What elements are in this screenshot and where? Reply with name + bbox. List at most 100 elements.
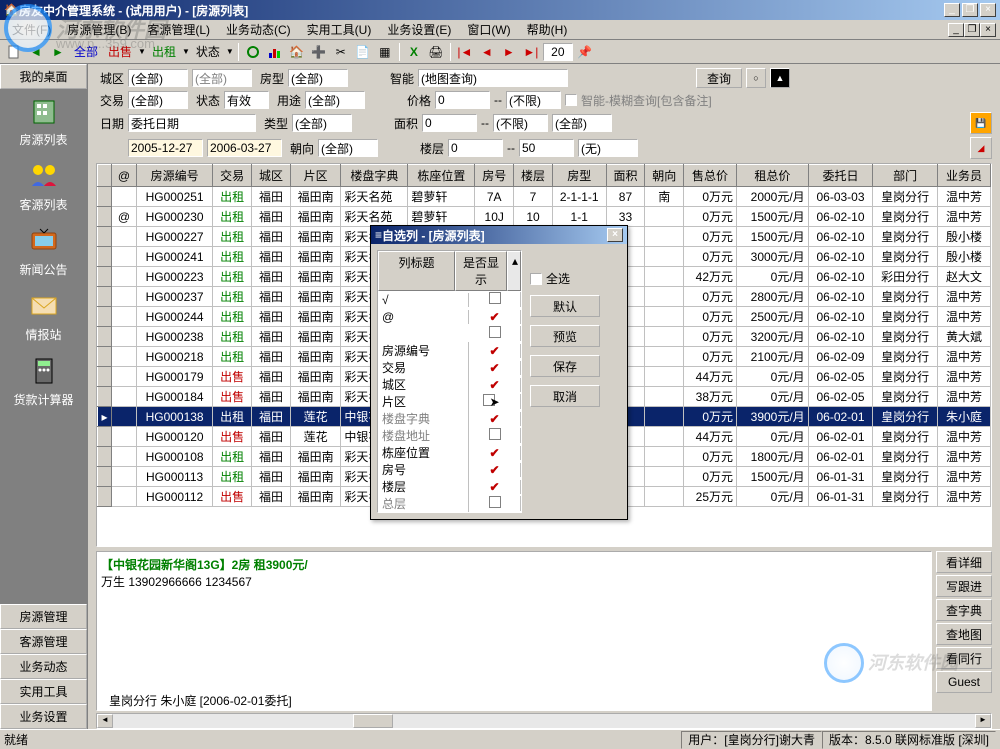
filter-face[interactable] [318,139,378,157]
menu-window[interactable]: 窗口(W) [459,21,518,38]
dialog-item-check[interactable]: ✔ [469,378,521,392]
menu-client[interactable]: 客源管理(L) [139,21,218,38]
sidebar-item-calc[interactable]: 货款计算器 [0,349,87,414]
col-header[interactable]: 交易 [213,165,252,187]
dialog-item-check[interactable]: ➤ [469,394,521,409]
menu-tools[interactable]: 实用工具(U) [299,21,380,38]
dialog-selectall-checkbox[interactable] [530,273,542,285]
dialog-item-check[interactable] [469,292,521,307]
dialog-list-item[interactable]: √ [378,291,521,308]
filter-date-type[interactable] [128,114,256,132]
btn-guest[interactable]: Guest [936,671,992,693]
dialog-item-check[interactable]: ✔ [469,446,521,460]
scroll-right-icon[interactable]: ► [975,714,991,728]
filter-price-to[interactable] [506,91,561,109]
scroll-left-icon[interactable]: ◄ [97,714,113,728]
tool-chart-icon[interactable] [265,42,285,62]
dialog-list-item[interactable]: 总层 [378,495,521,512]
dialog-list-item[interactable]: 楼盘地址 [378,427,521,444]
dialog-list-item[interactable]: 片区➤ [378,393,521,410]
dialog-item-check[interactable]: ✔ [469,344,521,358]
filter-area-extra[interactable] [552,114,612,132]
filter-up-button[interactable]: ▲ [770,68,790,88]
sidebar-item-news[interactable]: 新闻公告 [0,219,87,284]
filter-smart[interactable] [418,69,568,87]
menu-settings[interactable]: 业务设置(E) [379,21,459,38]
minimize-button[interactable]: _ [944,3,960,17]
btn-write-followup[interactable]: 写跟进 [936,575,992,597]
tool-prev-icon[interactable]: ◄ [26,42,46,62]
btn-view-detail[interactable]: 看详细 [936,551,992,573]
filter-fuzzy-checkbox[interactable] [565,94,577,106]
filter-circle-button[interactable]: ○ [746,68,766,88]
col-header[interactable]: @ [112,165,137,187]
dialog-default-button[interactable]: 默认 [530,295,600,317]
dialog-list-item[interactable]: 房源编号✔ [378,342,521,359]
filter-date-from[interactable] [128,139,203,157]
horizontal-scrollbar[interactable]: ◄ ► [96,713,992,729]
toolbar-sell[interactable]: 出售▼ [104,43,146,60]
dialog-list-item[interactable]: 房号✔ [378,461,521,478]
col-header[interactable]: 楼层 [514,165,553,187]
dialog-header-show[interactable]: 是否显示 [455,251,507,291]
toolbar-all[interactable]: 全部 [70,43,102,60]
tool-nextpg-icon[interactable]: ► [499,42,519,62]
col-header[interactable]: 房型 [552,165,606,187]
col-header[interactable]: 楼盘字典 [341,165,408,187]
scroll-thumb[interactable] [353,714,393,728]
menu-activity[interactable]: 业务动态(C) [218,21,299,38]
col-header[interactable]: 城区 [252,165,291,187]
dialog-list-item[interactable]: 楼盘字典✔ [378,410,521,427]
dialog-header-label[interactable]: 列标题 [378,251,455,291]
table-row[interactable]: @HG000230出租福田福田南彩天名苑碧萝轩10J101-1330万元1500… [98,207,991,227]
col-header[interactable]: 片区 [290,165,341,187]
dialog-titlebar[interactable]: ≡ 自选列 - [房源列表] × [371,226,627,244]
filter-city[interactable] [128,69,188,87]
close-button[interactable]: × [980,3,996,17]
dialog-list-item[interactable]: @✔ [378,308,521,325]
sidebar-item-intel[interactable]: 情报站 [0,284,87,349]
tool-doc-icon[interactable]: 📄 [353,42,373,62]
col-header[interactable]: 部门 [873,165,938,187]
dialog-list-item[interactable]: 城区✔ [378,376,521,393]
dialog-list-item[interactable] [378,325,521,342]
tool-prevpg-icon[interactable]: ◄ [477,42,497,62]
tool-add-icon[interactable]: ➕ [309,42,329,62]
dialog-list-item[interactable]: 交易✔ [378,359,521,376]
dialog-item-check[interactable]: ✔ [469,412,521,426]
filter-floor-extra[interactable] [578,139,638,157]
sidebar-item-housing-list[interactable]: 房源列表 [0,89,87,154]
tool-grid-icon[interactable]: ▦ [375,42,395,62]
toolbar-status[interactable]: 状态▼ [192,43,234,60]
tool-excel-icon[interactable]: X [404,42,424,62]
toolbar-rent[interactable]: 出租▼ [148,43,190,60]
dialog-item-check[interactable] [469,496,521,511]
sidebar-btn-activity[interactable]: 业务动态 [0,654,87,679]
col-header[interactable]: 业务员 [937,165,990,187]
dialog-item-check[interactable]: ✔ [469,361,521,375]
filter-floor-to[interactable] [519,139,574,157]
sidebar-title[interactable]: 我的桌面 [0,64,87,89]
btn-view-peer[interactable]: 看同行 [936,647,992,669]
tool-scissors-icon[interactable]: ✂ [331,42,351,62]
menu-file[interactable]: 文件(F) [4,21,59,38]
dialog-save-button[interactable]: 保存 [530,355,600,377]
child-close-button[interactable]: × [980,23,996,37]
col-header[interactable]: 栋座位置 [408,165,475,187]
col-header[interactable]: 售总价 [684,165,737,187]
child-minimize-button[interactable]: _ [948,23,964,37]
search-button[interactable]: 查询 [696,68,742,88]
maximize-button[interactable]: ❐ [962,3,978,17]
dialog-cancel-button[interactable]: 取消 [530,385,600,407]
col-header[interactable]: 房源编号 [136,165,212,187]
dialog-item-check[interactable] [469,428,521,443]
tool-new-icon[interactable] [4,42,24,62]
tool-pin-icon[interactable]: 📌 [575,42,595,62]
dialog-item-check[interactable]: ✔ [469,463,521,477]
menu-help[interactable]: 帮助(H) [519,21,576,38]
col-header[interactable]: 面积 [606,165,645,187]
sidebar-btn-tools[interactable]: 实用工具 [0,679,87,704]
filter-state[interactable] [224,91,269,109]
btn-lookup-map[interactable]: 查地图 [936,623,992,645]
tool-next-icon[interactable]: ► [48,42,68,62]
